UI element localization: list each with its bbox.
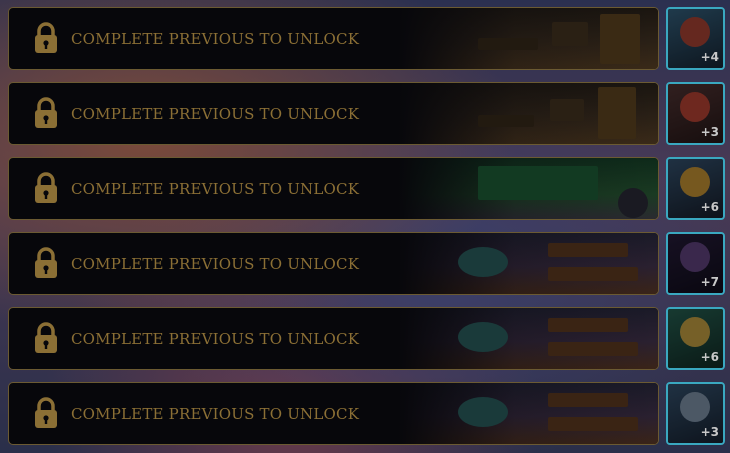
lock-icon <box>35 97 57 128</box>
stage-scene-image <box>398 158 658 219</box>
stage-scene-image <box>398 83 658 144</box>
stage-lock-label: COMPLETE PREVIOUS TO UNLOCK <box>71 30 360 48</box>
character-count: +6 <box>700 350 719 364</box>
stage-row: COMPLETE PREVIOUS TO UNLOCK +6 <box>0 307 730 373</box>
stage-lock-label: COMPLETE PREVIOUS TO UNLOCK <box>71 330 360 348</box>
character-count: +6 <box>700 200 719 214</box>
lock-icon <box>35 247 57 278</box>
character-portrait[interactable]: +6 <box>666 157 725 220</box>
stage-row: COMPLETE PREVIOUS TO UNLOCK +7 <box>0 232 730 298</box>
stage-card[interactable]: COMPLETE PREVIOUS TO UNLOCK <box>8 82 659 145</box>
stage-row: COMPLETE PREVIOUS TO UNLOCK +6 <box>0 157 730 223</box>
character-count: +3 <box>700 425 719 439</box>
character-portrait[interactable]: +7 <box>666 232 725 295</box>
stage-row: COMPLETE PREVIOUS TO UNLOCK +3 <box>0 382 730 448</box>
character-count: +3 <box>700 125 719 139</box>
lock-icon <box>35 322 57 353</box>
stage-lock-label: COMPLETE PREVIOUS TO UNLOCK <box>71 405 360 423</box>
stage-row: COMPLETE PREVIOUS TO UNLOCK +4 <box>0 7 730 73</box>
stage-card[interactable]: COMPLETE PREVIOUS TO UNLOCK <box>8 382 659 445</box>
lock-icon <box>35 397 57 428</box>
stage-card[interactable]: COMPLETE PREVIOUS TO UNLOCK <box>8 157 659 220</box>
lock-icon <box>35 172 57 203</box>
stage-list: COMPLETE PREVIOUS TO UNLOCK +4 COMPLETE … <box>0 0 730 453</box>
stage-card[interactable]: COMPLETE PREVIOUS TO UNLOCK <box>8 307 659 370</box>
stage-lock-label: COMPLETE PREVIOUS TO UNLOCK <box>71 255 360 273</box>
lock-icon <box>35 22 57 53</box>
stage-lock-label: COMPLETE PREVIOUS TO UNLOCK <box>71 105 360 123</box>
stage-scene-image <box>398 308 658 369</box>
stage-row: COMPLETE PREVIOUS TO UNLOCK +3 <box>0 82 730 148</box>
character-portrait[interactable]: +6 <box>666 307 725 370</box>
character-portrait[interactable]: +4 <box>666 7 725 70</box>
stage-scene-image <box>398 8 658 69</box>
stage-lock-label: COMPLETE PREVIOUS TO UNLOCK <box>71 180 360 198</box>
stage-card[interactable]: COMPLETE PREVIOUS TO UNLOCK <box>8 232 659 295</box>
character-count: +7 <box>700 275 719 289</box>
character-portrait[interactable]: +3 <box>666 82 725 145</box>
stage-card[interactable]: COMPLETE PREVIOUS TO UNLOCK <box>8 7 659 70</box>
stage-scene-image <box>398 383 658 444</box>
character-count: +4 <box>700 50 719 64</box>
character-portrait[interactable]: +3 <box>666 382 725 445</box>
stage-scene-image <box>398 233 658 294</box>
